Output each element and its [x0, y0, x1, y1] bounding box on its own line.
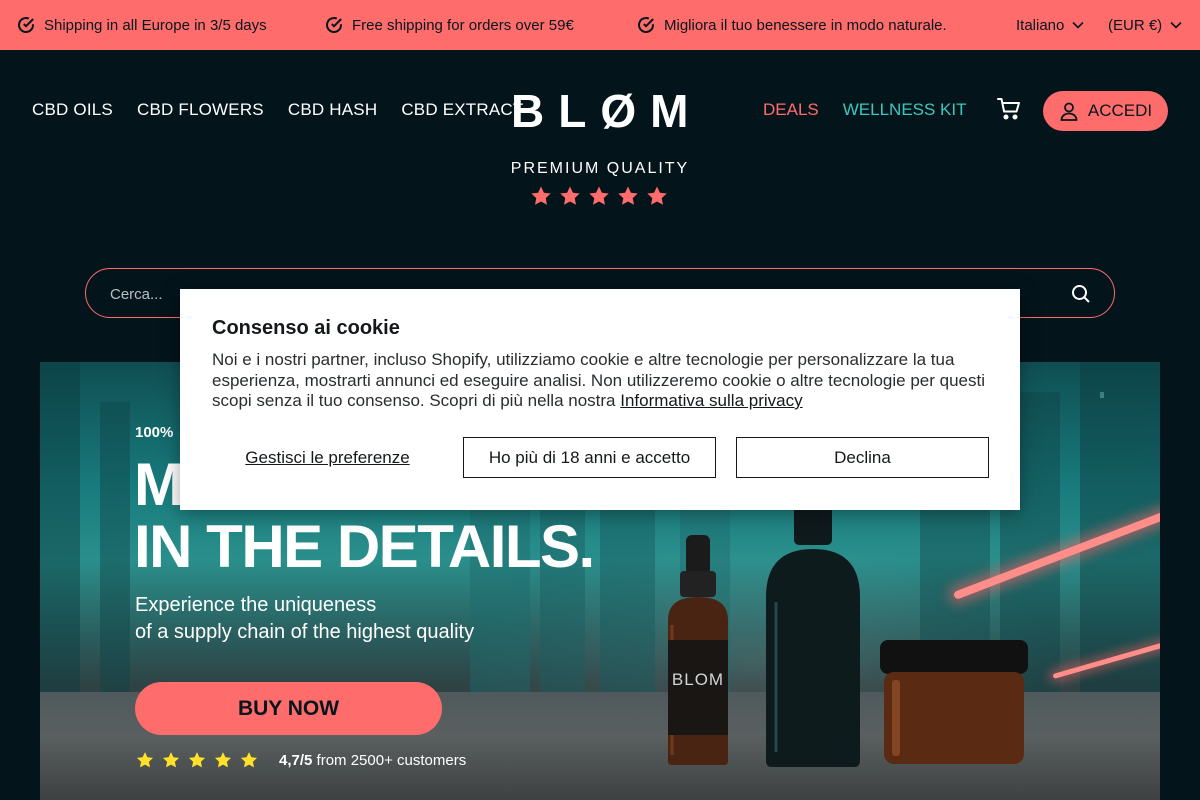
nav-deals[interactable]: DEALS	[763, 100, 819, 120]
amber-jar-image	[880, 640, 1028, 764]
announcement-bar: Shipping in all Europe in 3/5 days Free …	[0, 0, 1200, 50]
star-icon	[618, 186, 638, 205]
star-icon	[647, 186, 667, 205]
manage-preferences-button[interactable]: Gestisci le preferenze	[212, 437, 443, 478]
hero-eyebrow: 100%	[135, 424, 174, 441]
nav-cbd-hash[interactable]: CBD HASH	[288, 100, 377, 120]
cookie-consent-dialog: Consenso ai cookie Noi e i nostri partne…	[180, 289, 1020, 510]
cookie-title: Consenso ai cookie	[212, 317, 400, 339]
cart-icon[interactable]	[996, 96, 1022, 122]
brand-tagline: PREMIUM QUALITY	[510, 160, 690, 177]
hero-subtitle-line: of a supply chain of the highest quality	[135, 621, 475, 643]
bottle-brand-label: BLOM	[671, 670, 725, 689]
chevron-down-icon	[1170, 21, 1182, 29]
star-icon	[136, 752, 154, 768]
dropper-bottle-image	[668, 535, 728, 765]
header-rating-stars	[529, 184, 669, 208]
rating-value: 4,7/5	[279, 751, 313, 769]
nav-cbd-extract[interactable]: CBD EXTRACT	[401, 100, 523, 120]
decline-cookies-button[interactable]: Declina	[736, 437, 989, 478]
announcement-text: Migliora il tuo benessere in modo natura…	[664, 16, 947, 34]
currency-label: (EUR €)	[1108, 16, 1163, 34]
accept-cookies-button[interactable]: Ho più di 18 anni e accetto	[463, 437, 716, 478]
nav-wellness-kit[interactable]: WELLNESS KIT	[843, 100, 967, 120]
announcement-text: Free shipping for orders over 59€	[352, 16, 574, 34]
nav-cbd-flowers[interactable]: CBD FLOWERS	[137, 100, 264, 120]
check-circle-icon	[638, 17, 654, 33]
nav-cbd-oils[interactable]: CBD OILS	[32, 100, 113, 120]
hero-headline-line2: IN THE DETAILS.	[134, 513, 595, 580]
login-label: ACCEDI	[1087, 101, 1153, 120]
check-circle-icon	[18, 17, 34, 33]
hero-rating: 4,7/5 from 2500+ customers	[135, 750, 466, 770]
announcement-text: Shipping in all Europe in 3/5 days	[44, 16, 267, 34]
announcement-item: Migliora il tuo benessere in modo natura…	[636, 0, 947, 50]
star-icon	[240, 752, 258, 768]
hero-headline-line1: M	[134, 451, 184, 518]
check-circle-icon	[326, 17, 342, 33]
hero-subtitle-line: Experience the uniqueness	[135, 594, 377, 616]
star-icon	[560, 186, 580, 205]
main-nav-right: DEALS WELLNESS KIT	[763, 100, 967, 120]
main-nav-left: CBD OILS CBD FLOWERS CBD HASH CBD EXTRAC…	[32, 100, 523, 120]
search-icon[interactable]	[1070, 283, 1092, 305]
hero-subtitle: Experience the uniqueness of a supply ch…	[135, 592, 474, 646]
cookie-body-text: Noi e i nostri partner, incluso Shopify,…	[212, 350, 985, 410]
buy-now-button[interactable]: BUY NOW	[135, 682, 442, 735]
user-icon	[1060, 102, 1078, 121]
rating-suffix: from 2500+ customers	[316, 751, 467, 769]
star-icon	[531, 186, 551, 205]
star-icon	[589, 186, 609, 205]
announcement-item: Shipping in all Europe in 3/5 days	[16, 0, 267, 50]
chevron-down-icon	[1072, 21, 1084, 29]
currency-selector[interactable]: (EUR €)	[1108, 0, 1182, 50]
rating-text: 4,7/5 from 2500+ customers	[279, 752, 466, 769]
star-icon	[214, 752, 232, 768]
language-label: Italiano	[1016, 16, 1065, 34]
cookie-body: Noi e i nostri partner, incluso Shopify,…	[212, 350, 1002, 412]
login-button[interactable]: ACCEDI	[1043, 91, 1168, 131]
brand-logo[interactable]: BLØM	[511, 84, 689, 138]
privacy-policy-link[interactable]: Informativa sulla privacy	[620, 391, 802, 410]
announcement-item: Free shipping for orders over 59€	[324, 0, 574, 50]
language-selector[interactable]: Italiano	[1016, 0, 1084, 50]
black-bottle-image	[766, 497, 860, 767]
star-icon	[188, 752, 206, 768]
star-icon	[162, 752, 180, 768]
